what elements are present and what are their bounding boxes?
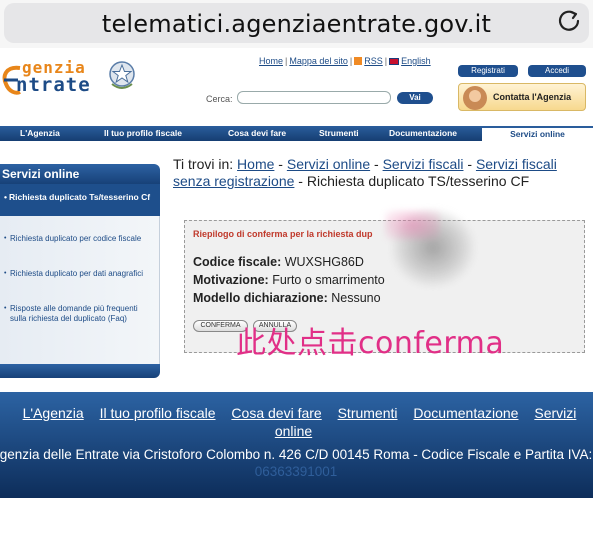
row-value: Nessuno [331, 291, 381, 305]
nav-servizi-online[interactable]: Servizi online [482, 126, 593, 141]
footer-link-agenzia[interactable]: L'Agenzia [23, 405, 84, 421]
utility-links: Home | Mappa del sito | RSS | English [259, 56, 431, 66]
english-link[interactable]: English [401, 56, 431, 66]
separator: | [384, 56, 388, 66]
breadcrumb-servizi-online[interactable]: Servizi online [287, 156, 370, 172]
summary-title: Riepilogo di conferma per la richiesta d… [193, 229, 373, 239]
footer-link-strumenti[interactable]: Strumenti [338, 405, 398, 421]
sidebar-item-label: Richiesta duplicato per dati anagrafici [10, 269, 143, 278]
row-value: Furto o smarrimento [272, 273, 385, 287]
breadcrumb-home[interactable]: Home [237, 156, 274, 172]
bullet-icon: • [4, 235, 7, 242]
footer-address: genzia delle Entrate via Cristoforo Colo… [0, 446, 593, 480]
breadcrumb: Ti trovi in: Home - Servizi online - Ser… [173, 156, 557, 189]
url-field[interactable]: telematici.agenziaentrate.gov.it [4, 3, 589, 43]
search-button[interactable]: Vai [397, 92, 433, 104]
rss-link[interactable]: RSS [364, 56, 383, 66]
logo-text-entrate: ntrate [16, 74, 91, 96]
footer-link-profilo[interactable]: Il tuo profilo fiscale [100, 405, 216, 421]
nav-profilo-fiscale[interactable]: Il tuo profilo fiscale [104, 126, 182, 141]
sidebar-submenu: • Richiesta duplicato per codice fiscale … [0, 216, 160, 366]
address-text: genzia delle Entrate via Cristoforo Colo… [0, 447, 593, 462]
sidebar-item-label: Richiesta duplicato per codice fiscale [10, 234, 142, 243]
row-codice-fiscale: Codice fiscale: WUXSHG86D [193, 255, 364, 269]
breadcrumb-current: Richiesta duplicato TS/tesserino CF [306, 173, 530, 189]
separator: | [349, 56, 353, 66]
click-here-annotation: 此处点击conferma [236, 326, 505, 361]
page-bottom-space [0, 498, 593, 536]
bullet-icon: • [4, 270, 7, 277]
redaction-smudge-pink [385, 210, 440, 240]
url-text: telematici.agenziaentrate.gov.it [101, 10, 492, 38]
row-modello: Modello dichiarazione: Nessuno [193, 291, 381, 305]
sidebar-item-codice-fiscale[interactable]: • Richiesta duplicato per codice fiscale [4, 234, 150, 244]
nav-strumenti[interactable]: Strumenti [319, 126, 359, 141]
sidebar-footer-bar [0, 364, 160, 378]
sidebar-item-label: Risposte alle domande più frequenti sull… [10, 304, 138, 323]
main-navigation: L'Agenzia Il tuo profilo fiscale Cosa de… [0, 126, 593, 141]
breadcrumb-servizi-fiscali[interactable]: Servizi fiscali [383, 156, 464, 172]
agent-avatar [463, 86, 487, 110]
partita-iva: 06363391001 [254, 464, 338, 479]
footer-link-cosa-devi-fare[interactable]: Cosa devi fare [231, 405, 321, 421]
search-input[interactable] [237, 91, 391, 104]
login-button[interactable]: Accedi [528, 65, 586, 77]
sidebar-item-faq[interactable]: • Risposte alle domande più frequenti sul… [4, 304, 150, 324]
republic-emblem-icon [109, 61, 135, 89]
row-label: Modello dichiarazione: [193, 291, 328, 305]
row-label: Motivazione: [193, 273, 269, 287]
home-link[interactable]: Home [259, 56, 283, 66]
sidebar-item-dati-anagrafici[interactable]: • Richiesta duplicato per dati anagrafici [4, 269, 150, 279]
uk-flag-icon [389, 58, 400, 65]
nav-agenzia[interactable]: L'Agenzia [20, 126, 60, 141]
rss-icon [354, 57, 363, 65]
site-footer: L'Agenzia Il tuo profilo fiscale Cosa de… [0, 392, 593, 498]
separator: | [285, 56, 288, 66]
contact-label: Contatta l'Agenzia [493, 92, 572, 102]
sidebar-item-duplicato[interactable]: • Richiesta duplicato Ts/tesserino Cf [0, 184, 160, 216]
sidebar-item-label: Richiesta duplicato Ts/tesserino Cf [8, 192, 151, 202]
sitemap-link[interactable]: Mappa del sito [289, 56, 348, 66]
row-value: WUXSHG86D [284, 255, 364, 269]
footer-link-documentazione[interactable]: Documentazione [413, 405, 518, 421]
row-motivazione: Motivazione: Furto o smarrimento [193, 273, 385, 287]
bullet-icon: • [4, 192, 7, 202]
footer-links: L'Agenzia Il tuo profilo fiscale Cosa de… [0, 404, 593, 440]
register-button[interactable]: Registrati [458, 65, 518, 77]
nav-documentazione[interactable]: Documentazione [389, 126, 457, 141]
breadcrumb-prefix: Ti trovi in: [173, 156, 234, 172]
row-label: Codice fiscale: [193, 255, 282, 269]
bullet-icon: • [4, 305, 7, 312]
browser-address-bar: telematici.agenziaentrate.gov.it [0, 0, 593, 48]
sidebar: Servizi online • Richiesta duplicato Ts/t… [0, 164, 160, 378]
sidebar-title: Servizi online [0, 164, 160, 184]
nav-cosa-devi-fare[interactable]: Cosa devi fare [228, 126, 286, 141]
contact-agency-button[interactable]: Contatta l'Agenzia [458, 83, 586, 111]
reload-icon[interactable] [555, 6, 583, 34]
search-label: Cerca: [206, 94, 233, 104]
